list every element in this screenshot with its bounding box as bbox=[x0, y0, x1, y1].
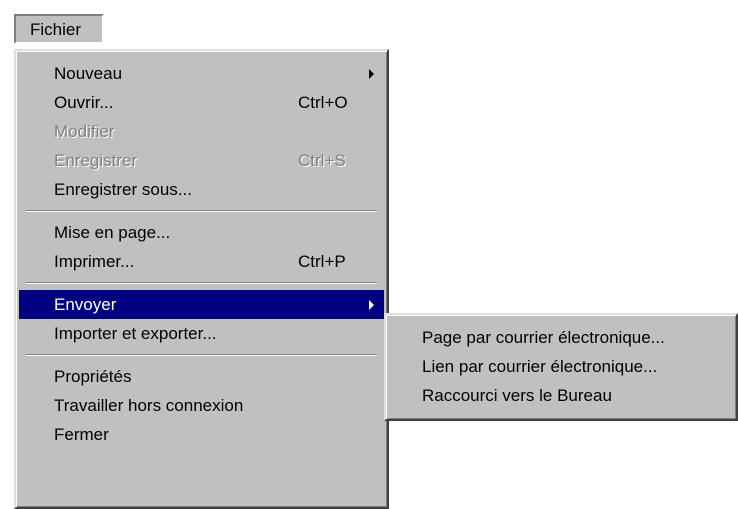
submenu-item-raccourci-bureau[interactable]: Raccourci vers le Bureau bbox=[386, 381, 736, 410]
menu-item-label: Enregistrer bbox=[54, 151, 138, 170]
menu-separator bbox=[26, 354, 377, 356]
menu-item-label: Modifier bbox=[54, 122, 115, 141]
menu-item-enregistrer: Enregistrer Ctrl+S bbox=[16, 146, 387, 175]
submenu-item-page-courrier[interactable]: Page par courrier électronique... bbox=[386, 323, 736, 352]
menu-item-label: Propriétés bbox=[54, 367, 132, 386]
menu-item-ouvrir[interactable]: Ouvrir... Ctrl+O bbox=[16, 88, 387, 117]
menu-separator bbox=[26, 282, 377, 284]
menubar-file-label: Fichier bbox=[30, 20, 82, 39]
menu-item-proprietes[interactable]: Propriétés bbox=[16, 362, 387, 391]
menu-item-label: Fermer bbox=[54, 425, 109, 444]
menu-item-envoyer[interactable]: Envoyer bbox=[19, 290, 384, 319]
menu-separator bbox=[26, 210, 377, 212]
menu-item-label: Envoyer bbox=[54, 295, 117, 314]
menu-item-nouveau[interactable]: Nouveau bbox=[16, 59, 387, 88]
menu-item-label: Nouveau bbox=[54, 64, 123, 83]
submenu-item-lien-courrier[interactable]: Lien par courrier électronique... bbox=[386, 352, 736, 381]
menu-item-imprimer[interactable]: Imprimer... Ctrl+P bbox=[16, 247, 387, 276]
submenu-arrow-icon bbox=[369, 69, 374, 79]
menu-item-label: Imprimer... bbox=[54, 252, 135, 271]
menu-item-label: Raccourci vers le Bureau bbox=[422, 386, 612, 405]
menu-item-importer-exporter[interactable]: Importer et exporter... bbox=[16, 319, 387, 348]
menu-item-fermer[interactable]: Fermer bbox=[16, 420, 387, 449]
send-submenu: Page par courrier électronique... Lien p… bbox=[384, 313, 738, 421]
menu-item-modifier: Modifier bbox=[16, 117, 387, 146]
menu-item-label: Lien par courrier électronique... bbox=[422, 357, 658, 376]
menu-item-travailler-hors-connexion[interactable]: Travailler hors connexion bbox=[16, 391, 387, 420]
menu-item-mise-en-page[interactable]: Mise en page... bbox=[16, 218, 387, 247]
menu-item-label: Mise en page... bbox=[54, 223, 171, 242]
menu-item-shortcut: Ctrl+P bbox=[298, 252, 346, 271]
menu-item-enregistrer-sous[interactable]: Enregistrer sous... bbox=[16, 175, 387, 204]
menu-item-label: Page par courrier électronique... bbox=[422, 328, 665, 347]
menu-item-label: Enregistrer sous... bbox=[54, 180, 192, 199]
file-menu: Nouveau Ouvrir... Ctrl+O Modifier Enregi… bbox=[14, 49, 389, 509]
menu-item-shortcut: Ctrl+O bbox=[298, 93, 348, 112]
menubar-file[interactable]: Fichier bbox=[14, 14, 104, 44]
menu-item-label: Importer et exporter... bbox=[54, 324, 217, 343]
menu-item-label: Travailler hors connexion bbox=[54, 396, 244, 415]
submenu-arrow-icon bbox=[369, 300, 374, 310]
menu-item-label: Ouvrir... bbox=[54, 93, 114, 112]
menu-item-shortcut: Ctrl+S bbox=[298, 151, 346, 170]
